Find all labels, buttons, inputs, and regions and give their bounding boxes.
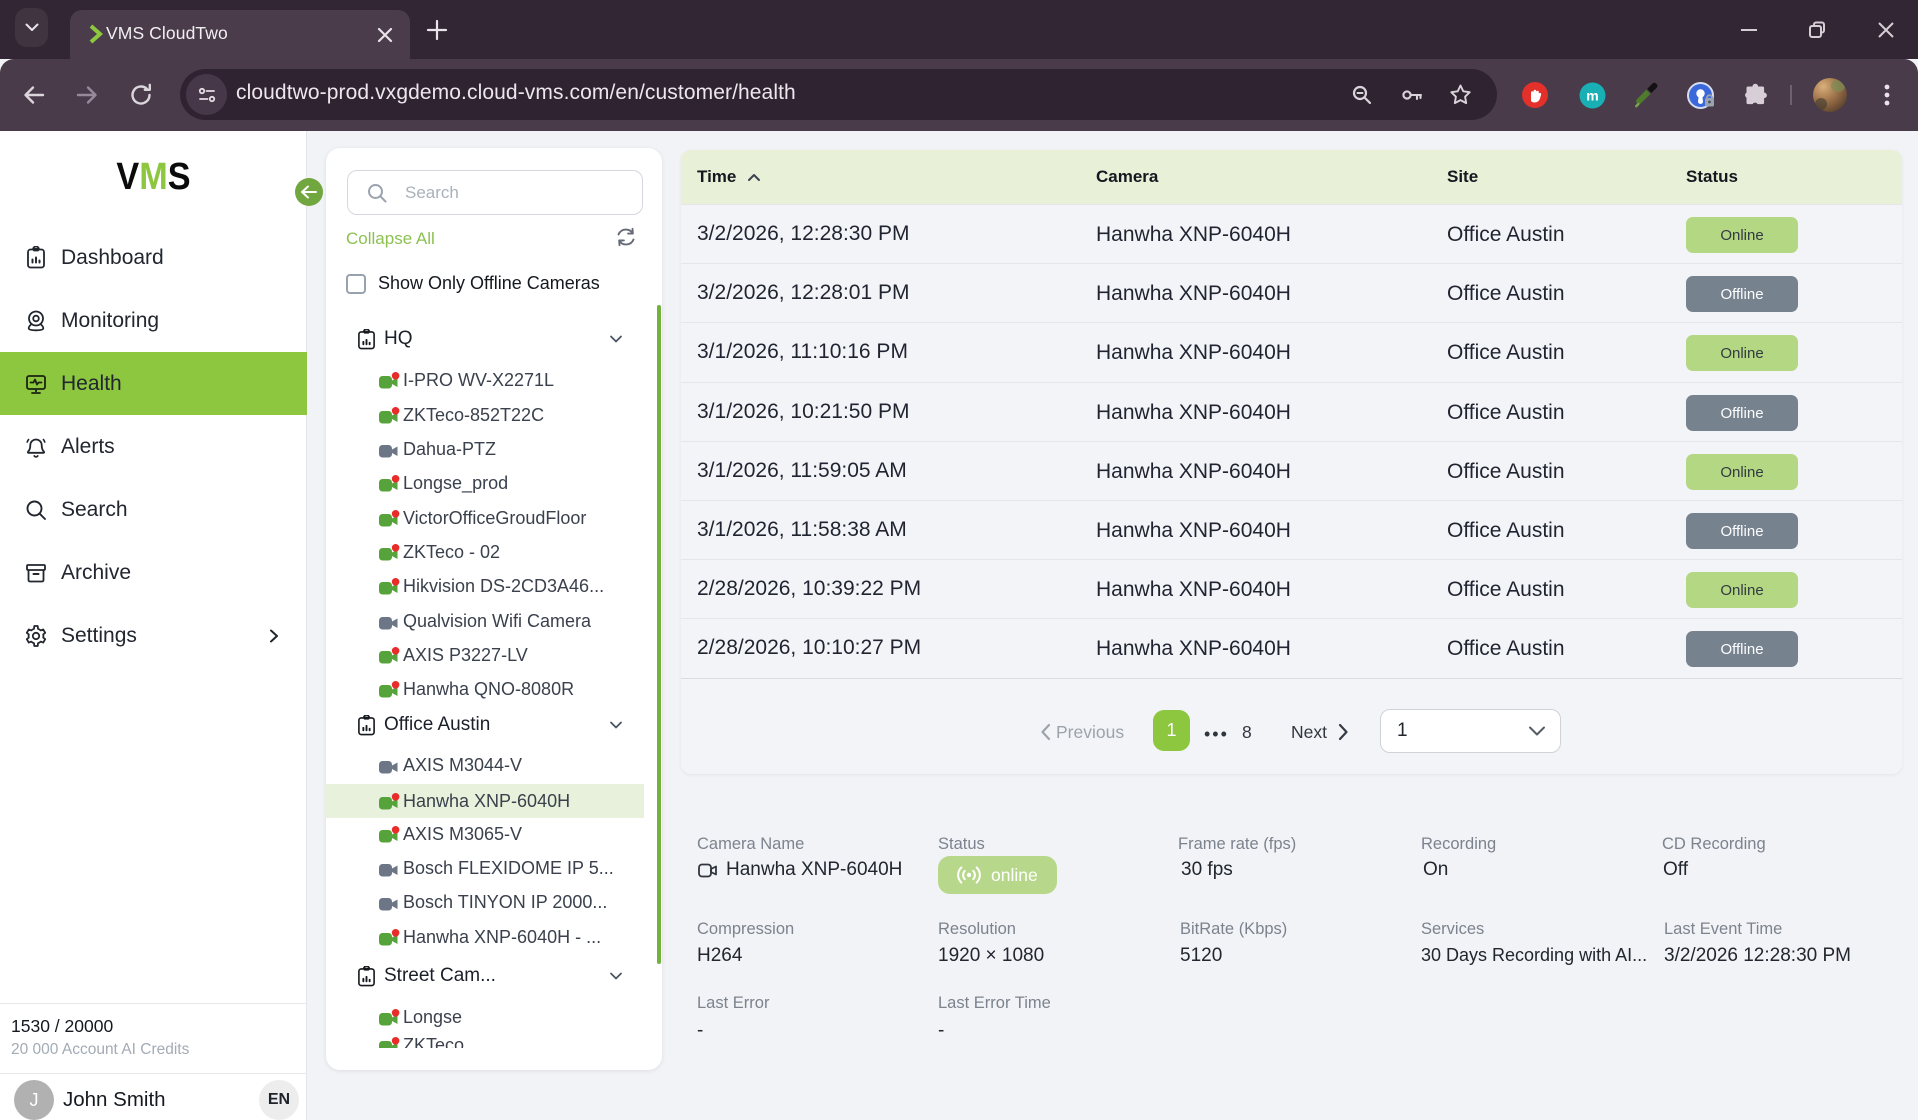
svg-text:m: m (1586, 88, 1598, 104)
